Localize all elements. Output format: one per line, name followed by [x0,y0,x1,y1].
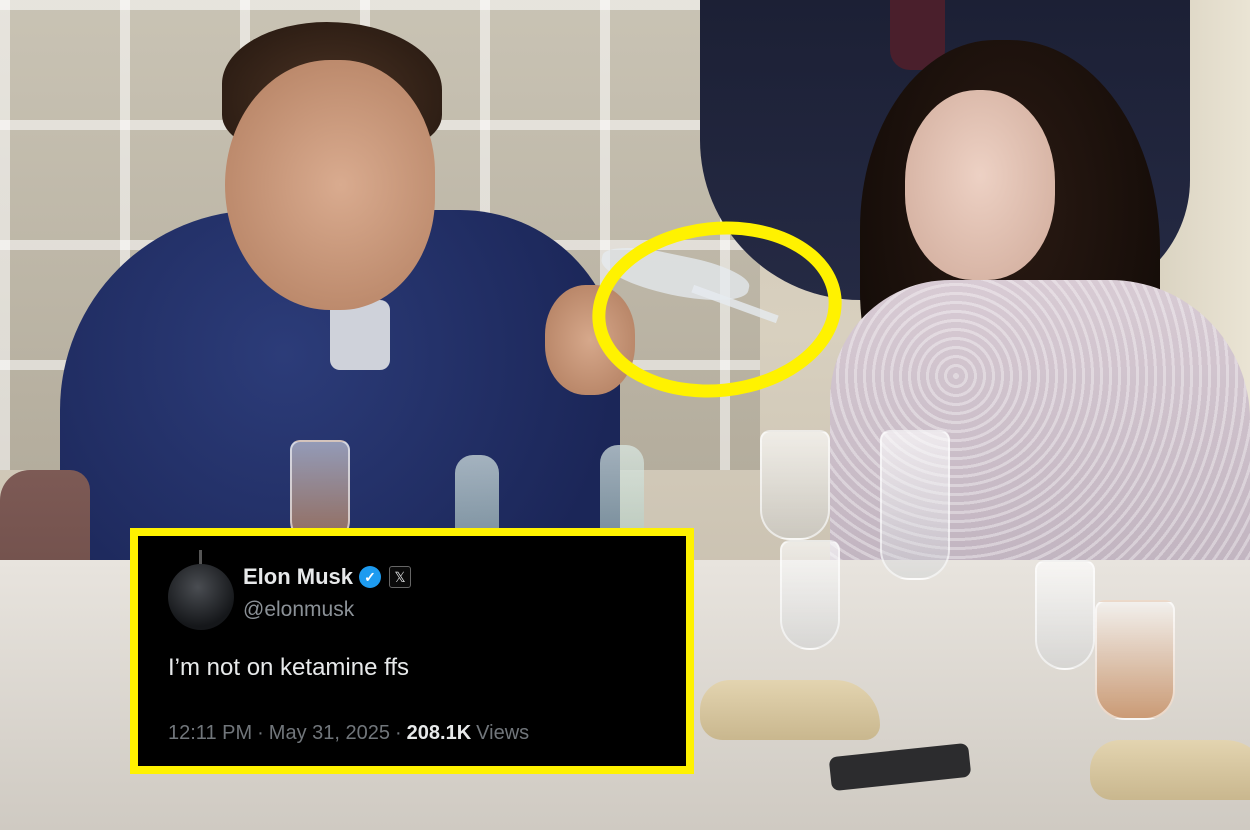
tweet-text: I’m not on ketamine ffs [168,654,410,681]
tweet-name-row: Elon Musk ✓ 𝕏 [243,564,412,590]
napkin [1090,740,1250,800]
napkin [700,680,880,740]
x-logo-icon: 𝕏 [389,566,412,588]
display-name[interactable]: Elon Musk [243,564,353,590]
wine-glass [880,430,950,580]
meta-separator: · [257,722,264,744]
tweet-card: Elon Musk ✓ 𝕏 @elonmusk I’m not on ketam… [130,528,694,774]
table-glass [760,430,830,540]
user-handle[interactable]: @elonmusk [243,598,354,622]
man-face [225,60,435,310]
views-label: Views [476,722,530,744]
tweet-meta: 12:11 PM · May 31, 2025 · 208.1K Views [168,722,529,745]
table-glass [780,540,840,650]
amber-glass [1095,600,1175,720]
verified-badge-icon: ✓ [359,566,382,588]
woman-face [905,90,1055,280]
avatar[interactable] [168,550,234,630]
tweet-date[interactable]: May 31, 2025 [269,722,390,745]
meta-separator: · [395,722,402,744]
tweet-time[interactable]: 12:11 PM [168,722,252,745]
views-count: 208.1K [406,722,472,744]
photo-scene: Elon Musk ✓ 𝕏 @elonmusk I’m not on ketam… [0,0,1250,830]
man-shirt-collar [330,300,390,370]
table-glass [1035,560,1095,670]
